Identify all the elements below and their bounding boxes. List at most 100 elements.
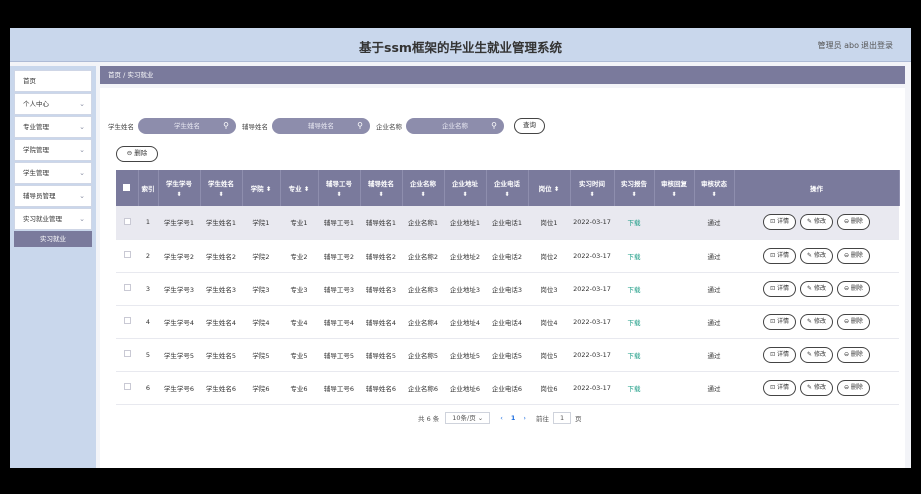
edit-button[interactable]: ✎ 修改 xyxy=(800,379,833,396)
cell-report[interactable]: 下载 xyxy=(614,338,654,372)
cell-sname: 学生姓名5 xyxy=(200,338,242,372)
delete-button[interactable]: ⊖ 删除 xyxy=(836,214,870,231)
cell-reply xyxy=(654,371,694,405)
sort-icon[interactable]: ⬍ xyxy=(319,191,360,198)
col-header[interactable]: 学院 ⬍ xyxy=(242,170,281,206)
sort-icon[interactable]: ⬍ xyxy=(361,191,402,198)
detail-button[interactable]: ⊡ 详情 xyxy=(763,313,797,330)
query-button[interactable]: 查询 xyxy=(514,118,545,134)
sort-icon[interactable]: ⬍ xyxy=(571,191,614,198)
sort-icon[interactable]: ⬍ xyxy=(615,191,654,198)
col-header[interactable]: 审核回复 ⬍ xyxy=(654,170,695,206)
row-checkbox[interactable] xyxy=(116,272,138,306)
batch-delete-button[interactable]: ⊖ 删除 xyxy=(116,146,158,162)
cell-report[interactable]: 下载 xyxy=(614,272,654,306)
row-actions: ⊡ 详情 ✎ 修改 ⊖ 删除 xyxy=(734,206,899,240)
row-checkbox[interactable] xyxy=(116,371,138,405)
col-header[interactable]: 辅导工号 ⬍ xyxy=(318,170,361,206)
cell-time: 2022-03-17 xyxy=(570,338,614,372)
delete-button[interactable]: ⊖ 删除 xyxy=(836,247,870,264)
col-header[interactable]: 岗位 ⬍ xyxy=(528,170,571,206)
cell-report[interactable]: 下载 xyxy=(614,206,654,240)
col-header[interactable]: 专业 ⬍ xyxy=(280,170,319,206)
sidebar-subitem-internship[interactable]: 实习就业 xyxy=(14,231,92,247)
row-checkbox[interactable] xyxy=(116,305,138,339)
cell-report[interactable]: 下载 xyxy=(614,239,654,273)
col-header[interactable]: 实习时间 ⬍ xyxy=(570,170,615,206)
counselor-name-placeholder: 辅导姓名 xyxy=(308,122,334,130)
next-page-button[interactable]: › xyxy=(523,414,526,422)
detail-button[interactable]: ⊡ 详情 xyxy=(763,346,797,363)
col-header[interactable]: 审核状态 ⬍ xyxy=(694,170,735,206)
page-size-select[interactable]: 10条/页 ⌄ xyxy=(445,412,491,424)
delete-button[interactable]: ⊖ 删除 xyxy=(836,346,870,363)
sidebar-item-personal-center[interactable]: 个人中心 ⌄ xyxy=(14,93,92,115)
goto-page-input[interactable]: 1 xyxy=(553,412,572,424)
prev-page-button[interactable]: ‹ xyxy=(500,414,503,422)
row-checkbox[interactable] xyxy=(116,239,138,273)
detail-button[interactable]: ⊡ 详情 xyxy=(763,247,797,264)
row-checkbox[interactable] xyxy=(116,338,138,372)
sort-icon[interactable]: ⬍ xyxy=(695,191,734,198)
sort-icon[interactable]: ⬍ xyxy=(554,185,559,193)
logout-link[interactable]: 退出登录 xyxy=(861,40,893,51)
sidebar-item-major[interactable]: 专业管理 ⌄ xyxy=(14,116,92,138)
table-row: 3 学生学号3 学生姓名3 学院3 专业3 辅导工号3 辅导姓名3 企业名称3 企业地址3 企业电… xyxy=(116,272,899,306)
col-header[interactable]: 企业地址 ⬍ xyxy=(444,170,487,206)
sidebar-item-student[interactable]: 学生管理 ⌄ xyxy=(14,162,92,184)
cell-sname: 学生姓名4 xyxy=(200,305,242,339)
col-header[interactable]: 实习报告 ⬍ xyxy=(614,170,655,206)
edit-button[interactable]: ✎ 修改 xyxy=(800,346,833,363)
cell-time: 2022-03-17 xyxy=(570,371,614,405)
cell-caddr: 企业地址1 xyxy=(444,206,486,240)
sidebar-item-internship[interactable]: 实习就业管理 ⌄ xyxy=(14,208,92,230)
sidebar-item-counselor[interactable]: 辅导员管理 ⌄ xyxy=(14,185,92,207)
sort-icon[interactable]: ⬍ xyxy=(445,191,486,198)
sort-icon[interactable]: ⬍ xyxy=(159,191,200,198)
select-all-checkbox[interactable] xyxy=(116,170,139,206)
cell-sno: 学生学号1 xyxy=(158,206,200,240)
edit-button[interactable]: ✎ 修改 xyxy=(800,313,833,330)
counselor-name-input[interactable]: 辅导姓名 ⚲ xyxy=(272,118,370,134)
col-header[interactable]: 企业名称 ⬍ xyxy=(402,170,445,206)
sort-icon[interactable]: ⬍ xyxy=(266,185,271,193)
sidebar-item-college[interactable]: 学院管理 ⌄ xyxy=(14,139,92,161)
sidebar-item-home[interactable]: 首页 xyxy=(14,70,92,92)
col-header[interactable]: 辅导姓名 ⬍ xyxy=(360,170,403,206)
sort-icon[interactable]: ⬍ xyxy=(487,191,528,198)
search-icon: ⚲ xyxy=(223,121,229,130)
cell-cname: 企业名称5 xyxy=(402,338,444,372)
edit-button[interactable]: ✎ 修改 xyxy=(800,214,833,231)
cell-report[interactable]: 下载 xyxy=(614,305,654,339)
cell-time: 2022-03-17 xyxy=(570,206,614,240)
cell-sname: 学生姓名6 xyxy=(200,371,242,405)
delete-button[interactable]: ⊖ 删除 xyxy=(836,313,870,330)
detail-button[interactable]: ⊡ 详情 xyxy=(763,214,797,231)
edit-button[interactable]: ✎ 修改 xyxy=(800,247,833,264)
cell-tname: 辅导姓名3 xyxy=(360,272,402,306)
chevron-down-icon: ⌄ xyxy=(79,123,85,131)
cell-major: 专业5 xyxy=(280,338,318,372)
window-frame: 基于ssm框架的毕业生就业管理系统 管理员 abo 退出登录 首页 个人中心 ⌄ … xyxy=(0,0,921,494)
cell-post: 岗位6 xyxy=(528,371,570,405)
cell-report[interactable]: 下载 xyxy=(614,371,654,405)
delete-button[interactable]: ⊖ 删除 xyxy=(836,280,870,297)
col-header[interactable]: 学生学号 ⬍ xyxy=(158,170,201,206)
row-checkbox[interactable] xyxy=(116,206,138,240)
cell-tname: 辅导姓名2 xyxy=(360,239,402,273)
company-name-input[interactable]: 企业名称 ⚲ xyxy=(406,118,504,134)
student-name-input[interactable]: 学生姓名 ⚲ xyxy=(138,118,236,134)
sort-icon[interactable]: ⬍ xyxy=(655,191,694,198)
cell-status: 通过 xyxy=(694,272,734,306)
detail-button[interactable]: ⊡ 详情 xyxy=(763,280,797,297)
delete-button[interactable]: ⊖ 删除 xyxy=(836,379,870,396)
col-header[interactable]: 学生姓名 ⬍ xyxy=(200,170,243,206)
app-title: 基于ssm框架的毕业生就业管理系统 xyxy=(359,40,562,55)
page-number-current[interactable]: 1 xyxy=(511,414,516,422)
edit-button[interactable]: ✎ 修改 xyxy=(800,280,833,297)
sort-icon[interactable]: ⬍ xyxy=(201,191,242,198)
sort-icon[interactable]: ⬍ xyxy=(403,191,444,198)
sort-icon[interactable]: ⬍ xyxy=(304,185,309,193)
detail-button[interactable]: ⊡ 详情 xyxy=(763,379,797,396)
col-header[interactable]: 企业电话 ⬍ xyxy=(486,170,529,206)
